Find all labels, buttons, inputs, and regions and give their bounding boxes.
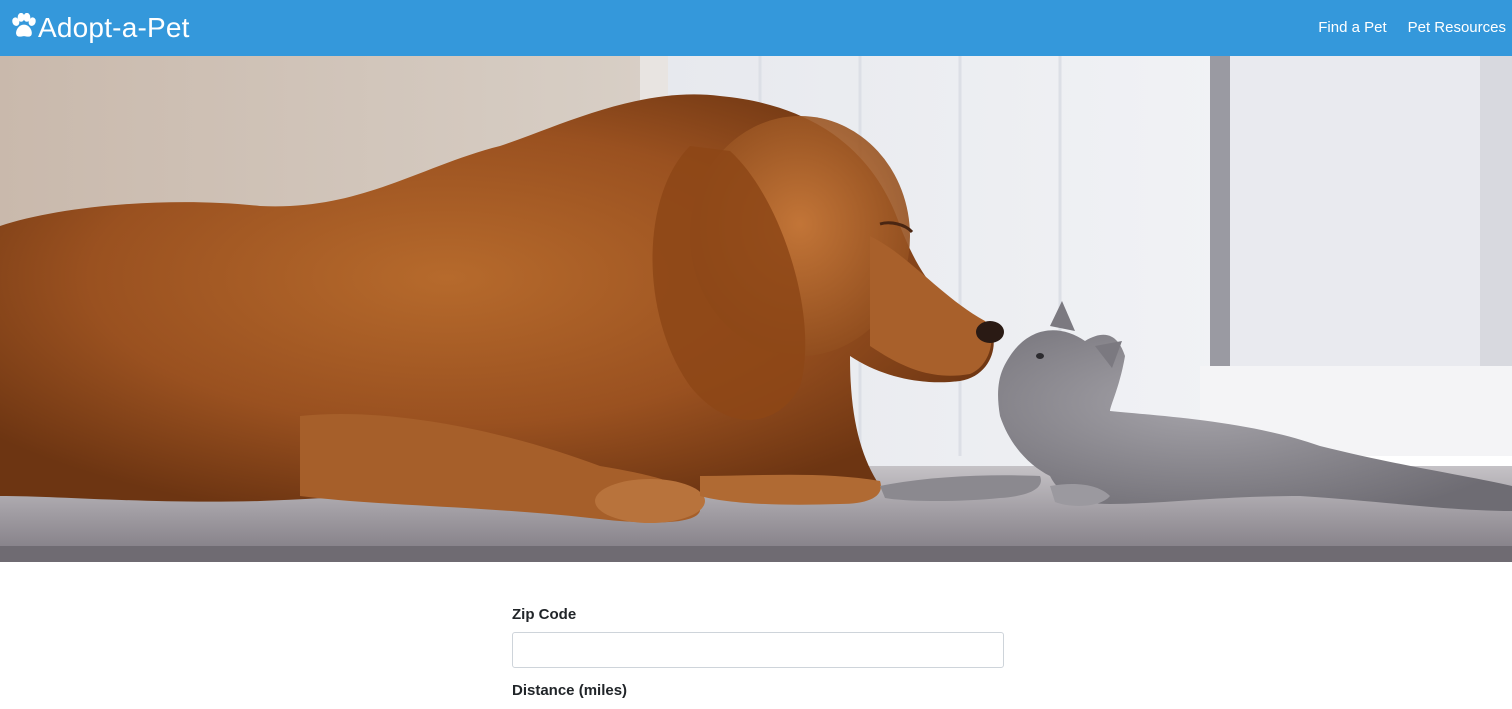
hero-image	[0, 56, 1512, 562]
search-form: Zip Code Distance (miles)	[512, 606, 1004, 699]
distance-label: Distance (miles)	[512, 682, 628, 699]
zip-code-label: Zip Code	[512, 606, 577, 623]
paw-icon	[12, 12, 36, 37]
brand-name: Adopt-a-Pet	[38, 12, 190, 43]
navbar: Adopt-a-Pet Find a Pet Pet Resources	[0, 0, 1512, 56]
brand-link[interactable]: Adopt-a-Pet	[10, 0, 190, 56]
nav-links: Find a Pet Pet Resources	[1297, 0, 1506, 56]
nav-link-pet-resources[interactable]: Pet Resources	[1408, 0, 1506, 56]
zip-code-input[interactable]	[512, 632, 1004, 668]
nav-link-find-a-pet[interactable]: Find a Pet	[1318, 0, 1386, 56]
